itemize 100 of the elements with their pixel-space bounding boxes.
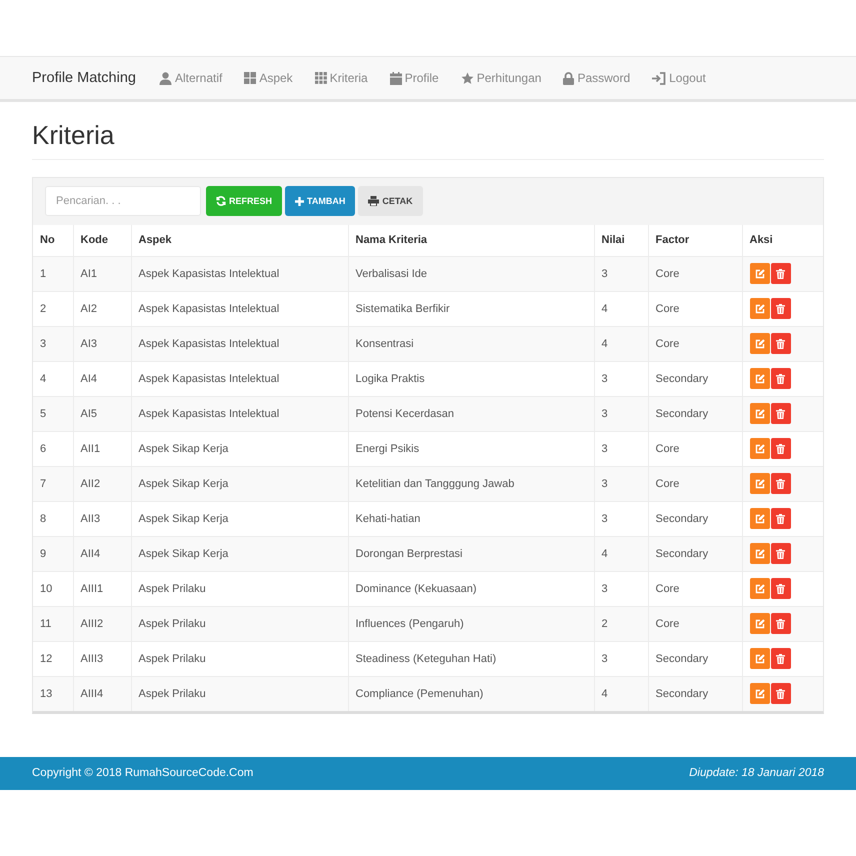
edit-icon xyxy=(754,688,764,698)
table-cell: Core xyxy=(648,291,742,326)
table-cell: Aspek Kapasistas Intelektual xyxy=(131,291,348,326)
nav-link[interactable]: Logout xyxy=(641,71,717,85)
delete-button[interactable] xyxy=(770,263,790,284)
column-header: Nilai xyxy=(594,225,648,256)
table-cell: Core xyxy=(648,571,742,606)
table-cell: Core xyxy=(648,256,742,291)
nav-link[interactable]: Perhitungan xyxy=(450,71,552,85)
edit-button[interactable] xyxy=(750,438,770,459)
nav-link[interactable]: Kriteria xyxy=(304,71,379,85)
edit-icon xyxy=(754,478,764,488)
table-cell: 3 xyxy=(33,326,73,361)
delete-button[interactable] xyxy=(770,543,790,564)
refresh-button[interactable]: REFRESH xyxy=(206,186,282,216)
table-cell: Core xyxy=(648,431,742,466)
trash-icon xyxy=(776,514,785,524)
edit-icon xyxy=(754,584,764,594)
table-cell: Aspek Sikap Kerja xyxy=(131,431,348,466)
brand-title[interactable]: Profile Matching xyxy=(32,70,136,86)
table-cell: Aspek Sikap Kerja xyxy=(131,536,348,571)
column-header: Aspek xyxy=(131,225,348,256)
table-cell: Dorongan Berprestasi xyxy=(348,536,594,571)
edit-button[interactable] xyxy=(750,263,770,284)
print-button[interactable]: CETAK xyxy=(358,186,423,216)
table-cell: Energi Psikis xyxy=(348,431,594,466)
table-cell: 4 xyxy=(33,361,73,396)
edit-button[interactable] xyxy=(750,578,770,599)
edit-button[interactable] xyxy=(750,543,770,564)
table-cell: Secondary xyxy=(648,361,742,396)
edit-button[interactable] xyxy=(750,613,770,634)
delete-button[interactable] xyxy=(770,298,790,319)
table-cell: Secondary xyxy=(648,536,742,571)
edit-icon xyxy=(754,408,764,418)
table-cell: 3 xyxy=(594,466,648,501)
table-cell: Secondary xyxy=(648,501,742,536)
trash-icon xyxy=(776,584,785,594)
delete-button[interactable] xyxy=(770,438,790,459)
table-cell: 9 xyxy=(33,536,73,571)
trash-icon xyxy=(776,268,785,278)
table-cell: 4 xyxy=(594,536,648,571)
table-cell: 4 xyxy=(594,676,648,710)
delete-button[interactable] xyxy=(770,648,790,669)
table-cell: 2 xyxy=(594,606,648,641)
table-cell: 3 xyxy=(594,501,648,536)
edit-button[interactable] xyxy=(750,298,770,319)
delete-button[interactable] xyxy=(770,368,790,389)
plus-icon xyxy=(295,196,304,206)
table-cell: Aspek Kapasistas Intelektual xyxy=(131,396,348,431)
grid-icon xyxy=(314,72,327,84)
nav-link[interactable]: Aspek xyxy=(233,71,304,85)
table-cell: Kehati-hatian xyxy=(348,501,594,536)
nav-link[interactable]: Password xyxy=(552,71,642,85)
table-cell: Core xyxy=(648,326,742,361)
edit-button[interactable] xyxy=(750,403,770,424)
delete-button[interactable] xyxy=(770,403,790,424)
edit-button[interactable] xyxy=(750,333,770,354)
table-cell: Secondary xyxy=(648,676,742,710)
table-cell: 3 xyxy=(594,361,648,396)
delete-button[interactable] xyxy=(770,613,790,634)
table-cell: Konsentrasi xyxy=(348,326,594,361)
edit-icon xyxy=(754,618,764,628)
printer-icon xyxy=(368,196,380,206)
table-cell: 7 xyxy=(33,466,73,501)
table-cell: 4 xyxy=(594,291,648,326)
lock-icon xyxy=(563,72,574,84)
delete-button[interactable] xyxy=(770,508,790,529)
table-cell: AIII2 xyxy=(73,606,131,641)
delete-button[interactable] xyxy=(770,578,790,599)
edit-button[interactable] xyxy=(750,683,770,704)
table-cell: Aspek Prilaku xyxy=(131,676,348,710)
trash-icon xyxy=(776,548,785,558)
nav-link[interactable]: Profile xyxy=(378,71,450,85)
trash-icon xyxy=(776,654,785,664)
nav-link[interactable]: Alternatif xyxy=(148,71,234,85)
refresh-icon xyxy=(216,196,226,206)
table-cell: Compliance (Pemenuhan) xyxy=(348,676,594,710)
delete-button[interactable] xyxy=(770,683,790,704)
table-cell: AI1 xyxy=(73,256,131,291)
delete-button[interactable] xyxy=(770,333,790,354)
edit-button[interactable] xyxy=(750,473,770,494)
table-cell: Potensi Kecerdasan xyxy=(348,396,594,431)
edit-button[interactable] xyxy=(750,648,770,669)
search-field[interactable]: Pencarian. . . xyxy=(45,186,201,216)
edit-button[interactable] xyxy=(750,508,770,529)
edit-button[interactable] xyxy=(750,368,770,389)
trash-icon xyxy=(776,304,785,314)
edit-icon xyxy=(754,444,764,454)
table-cell: Aspek Kapasistas Intelektual xyxy=(131,361,348,396)
trash-icon xyxy=(776,338,785,348)
table-cell: AI3 xyxy=(73,326,131,361)
table-cell: Dominance (Kekuasaan) xyxy=(348,571,594,606)
table-cell: AII2 xyxy=(73,466,131,501)
table-cell: Aspek Prilaku xyxy=(131,641,348,676)
delete-button[interactable] xyxy=(770,473,790,494)
calendar-icon xyxy=(390,72,402,84)
table-cell: 3 xyxy=(594,641,648,676)
table-cell: 13 xyxy=(33,676,73,710)
add-button[interactable]: TAMBAH xyxy=(285,186,356,216)
table-cell: 11 xyxy=(33,606,73,641)
